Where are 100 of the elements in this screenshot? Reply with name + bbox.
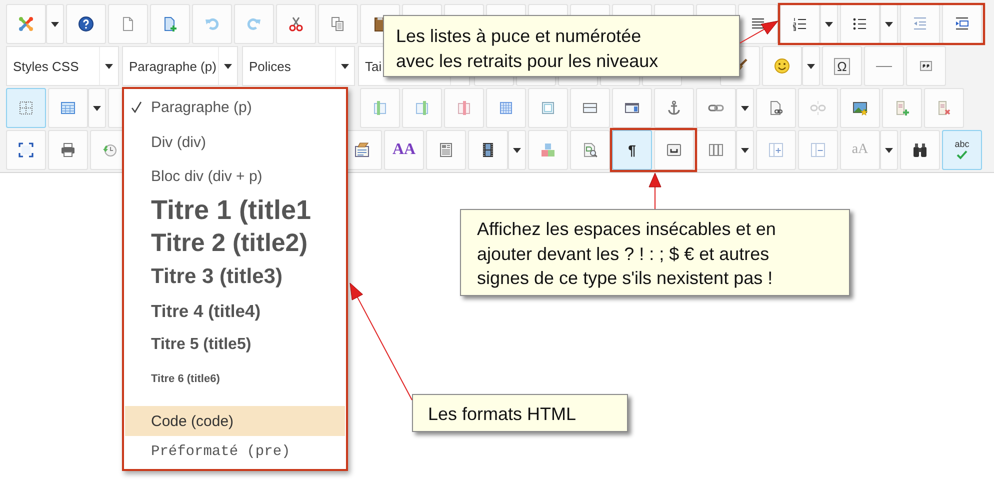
table-icon (60, 100, 76, 116)
font-button[interactable]: AA (384, 130, 424, 170)
space-button[interactable] (654, 130, 694, 170)
dropdown-button[interactable] (88, 88, 106, 128)
caret-icon (51, 22, 59, 26)
printer-icon (60, 142, 76, 158)
caret-icon (741, 106, 749, 110)
special-character-button[interactable]: Ω (822, 46, 862, 86)
toolbar-button[interactable] (516, 76, 556, 86)
pilcrow-button[interactable]: ¶ (612, 130, 652, 170)
menu-item[interactable]: Titre 1 (title1 (125, 193, 345, 227)
toolbar-button[interactable] (642, 76, 682, 86)
redo-icon (246, 16, 262, 32)
printer-button[interactable] (48, 130, 88, 170)
dropdown-button[interactable] (46, 4, 64, 44)
caret-icon (513, 148, 521, 152)
logo-icon (18, 16, 34, 32)
menu-item[interactable]: Titre 3 (title3) (125, 260, 345, 294)
add-column-icon (768, 142, 784, 158)
arrow (740, 20, 778, 44)
image-icon (852, 100, 868, 116)
unlink-icon (810, 100, 826, 116)
callout-text: Les listes à puce et numérotée avec les retraits pour les niveaux (396, 25, 660, 73)
delete-row-icon (936, 100, 952, 116)
outdent-icon (912, 16, 928, 32)
menu-item[interactable]: Titre 2 (title2) (125, 227, 345, 260)
grid-icon (498, 100, 514, 116)
scissors-button[interactable] (276, 4, 316, 44)
toolbar-button[interactable] (558, 76, 598, 86)
menu-item[interactable]: Bloc div (div + p) (125, 159, 345, 193)
dropdown-select[interactable]: Paragraphe (p) (122, 46, 238, 86)
quote-icon (918, 58, 934, 74)
fullscreen-button[interactable] (6, 130, 46, 170)
dotted-grid-button[interactable] (6, 88, 46, 128)
document-icon (438, 142, 454, 158)
toolbar-button[interactable] (474, 76, 514, 86)
outdent-button[interactable] (900, 4, 940, 44)
callout-text: Affichez les espaces insécables et en ajouter devant les ? ! : ; $ € et autres signes de ce type s'ils nexistent pas ! (477, 218, 777, 290)
menu-item[interactable]: Titre 4 (title4) (125, 294, 345, 328)
indent-button[interactable] (942, 4, 982, 44)
strip-button[interactable] (570, 88, 610, 128)
menu-item[interactable]: Préformaté (pre) (125, 436, 345, 468)
anchor-button[interactable] (654, 88, 694, 128)
film-icon (480, 142, 496, 158)
copy-button[interactable] (318, 4, 358, 44)
quote-button[interactable] (906, 46, 946, 86)
menu-item[interactable]: Titre 6 (title6) (125, 362, 345, 396)
page-link-icon (768, 100, 784, 116)
side-window-button[interactable] (612, 88, 652, 128)
arrow (648, 172, 662, 210)
caret-icon (224, 64, 232, 68)
frame-icon (540, 100, 556, 116)
dropdown-select[interactable]: Styles CSS (6, 46, 119, 86)
help-button[interactable] (66, 4, 106, 44)
image-button[interactable] (840, 88, 880, 128)
caret-icon (825, 22, 833, 26)
anchor-icon (666, 100, 682, 116)
copy-icon (330, 16, 346, 32)
binoculars-button[interactable] (900, 130, 940, 170)
dropdown-button[interactable] (880, 4, 898, 44)
dropdown-button[interactable] (736, 88, 754, 128)
menu-item[interactable]: Div (div) (125, 125, 345, 159)
scissors-icon (288, 16, 304, 32)
caret-icon (885, 148, 893, 152)
insert-column-right-icon (414, 100, 430, 116)
strip-icon (582, 100, 598, 116)
menu-item[interactable]: Code (code) (125, 406, 345, 436)
toolbar-button[interactable] (600, 76, 640, 86)
document-button[interactable] (426, 130, 466, 170)
numbered-list-icon (792, 16, 808, 32)
add-page-button[interactable] (150, 4, 190, 44)
add-page-icon (162, 16, 178, 32)
insert-column-right-button[interactable] (402, 88, 442, 128)
check-icon (955, 148, 969, 160)
preview-button[interactable] (570, 130, 610, 170)
dropdown-button[interactable] (802, 46, 820, 86)
caret-icon (807, 64, 815, 68)
caret-icon (741, 148, 749, 152)
dropdown-button[interactable] (736, 130, 754, 170)
numbered-list-button[interactable] (780, 4, 820, 44)
film-button[interactable] (468, 130, 508, 170)
blocks-icon (540, 142, 556, 158)
add-row-icon (894, 100, 910, 116)
fullscreen-icon (18, 142, 34, 158)
columns-button[interactable] (696, 130, 736, 170)
menu-item[interactable]: Titre 5 (title5) (125, 328, 345, 362)
bullet-list-button[interactable] (840, 4, 880, 44)
side-window-icon (624, 100, 640, 116)
dropdown-select[interactable]: Polices (242, 46, 355, 86)
delete-column-icon (456, 100, 472, 116)
caret-icon (93, 106, 101, 110)
undo-icon (204, 16, 220, 32)
menu-item[interactable]: Paragraphe (p) (125, 89, 345, 125)
help-icon (78, 16, 94, 32)
dropdown-button[interactable] (880, 130, 898, 170)
spellcheck-button[interactable]: abc (942, 130, 982, 170)
dropdown-button[interactable] (508, 130, 526, 170)
dotted-grid-icon (18, 100, 34, 116)
history-icon (102, 142, 118, 158)
dropdown-button[interactable] (820, 4, 838, 44)
